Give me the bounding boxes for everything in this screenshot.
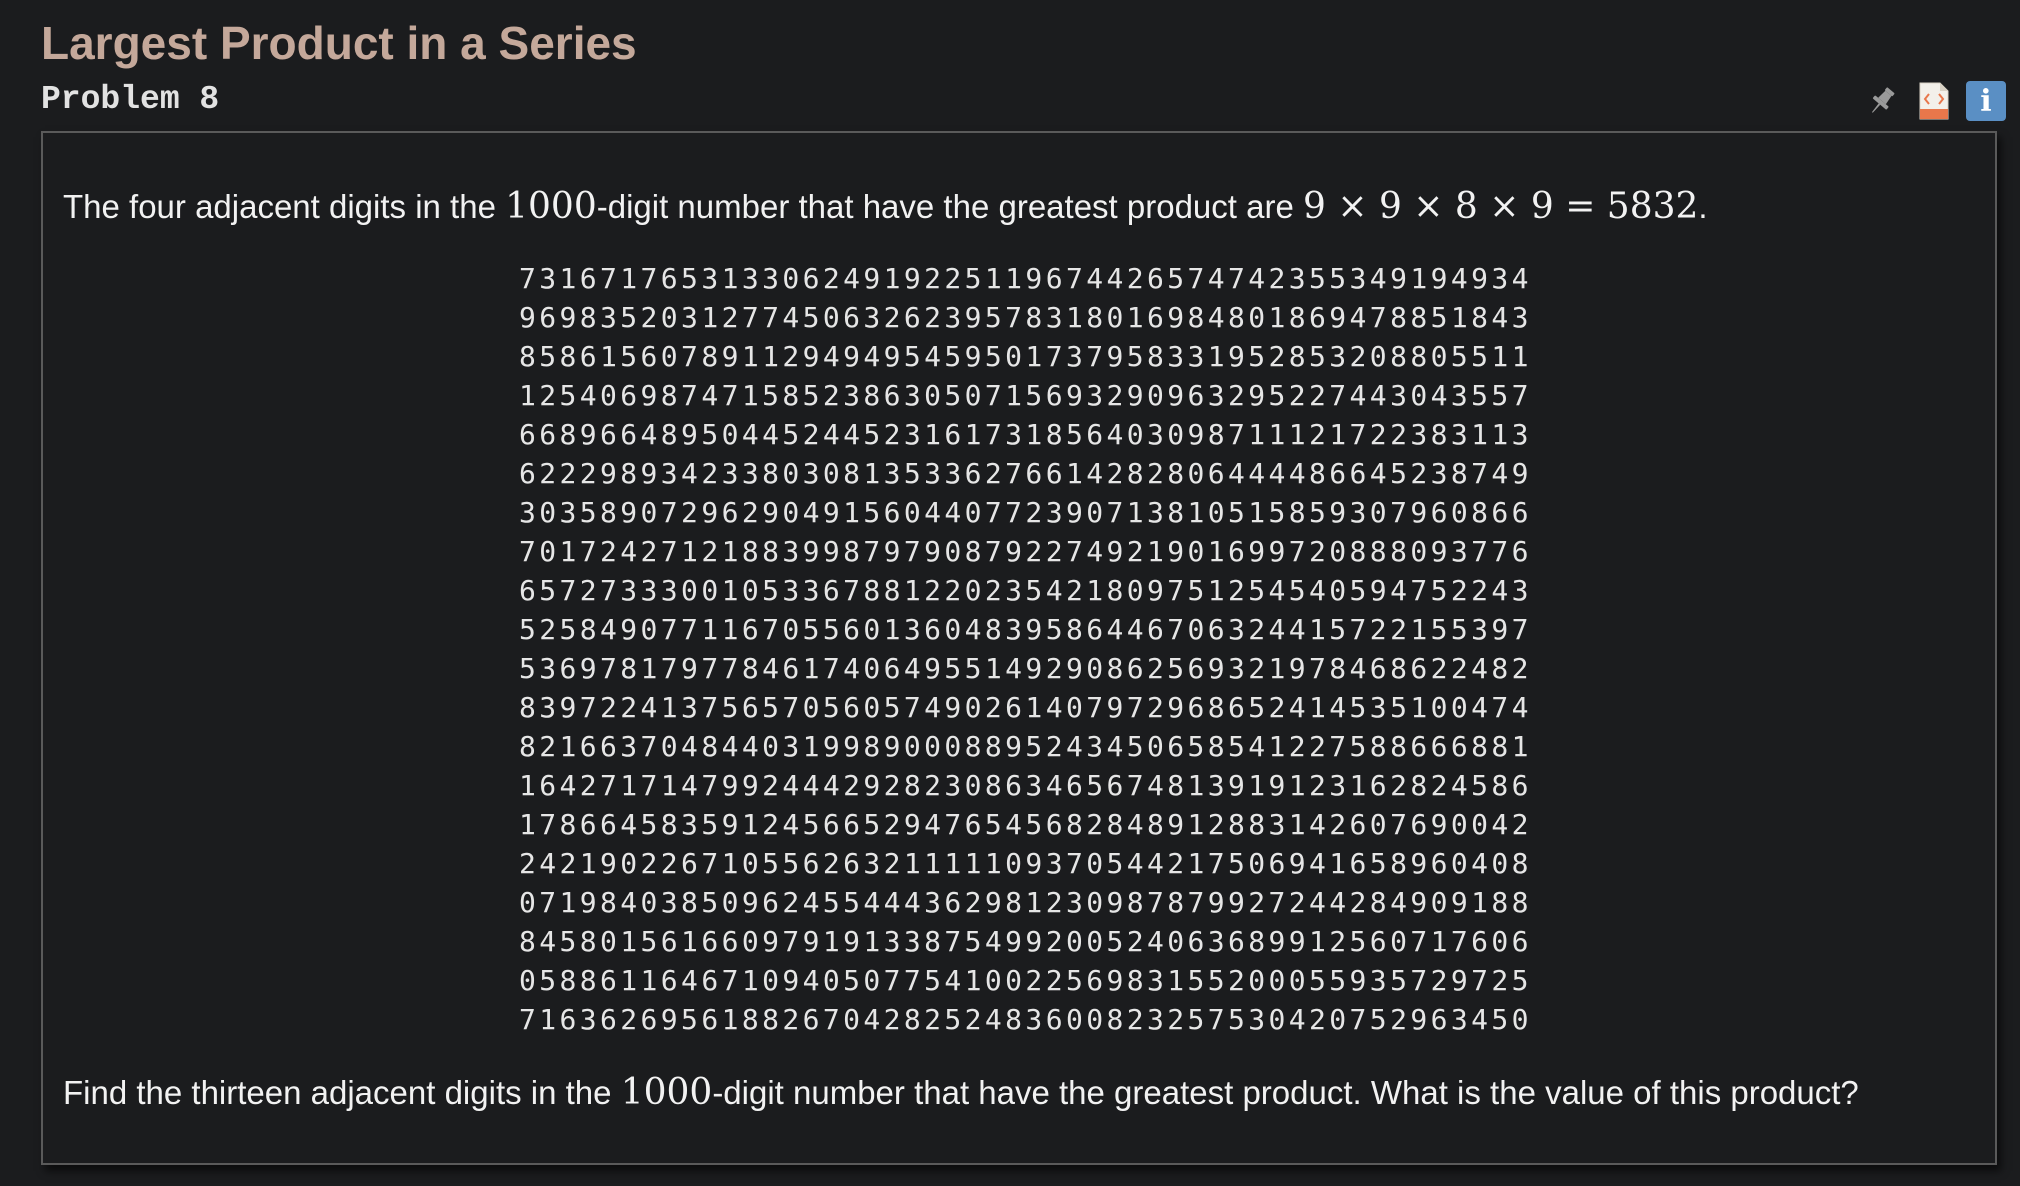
problem-question: Find the thirteen adjacent digits in the… (63, 1071, 1859, 1115)
question-number-term: 1000 (620, 1072, 713, 1113)
problem-content: The four adjacent digits in the 1000-dig… (41, 131, 1997, 1165)
digit-line: 5369781797784617406495514929086256932197… (519, 652, 1532, 685)
digit-line: 9698352031277450632623957831801698480186… (519, 301, 1532, 334)
digit-line: 6689664895044524452316173185640309871112… (519, 418, 1532, 451)
digit-line: 2421902267105562632111110937054421750694… (519, 847, 1532, 880)
digit-line: 8458015616609791913387549920052406368991… (519, 925, 1532, 958)
digit-line: 8586156078911294949545950173795833195285… (519, 340, 1532, 373)
question-text-before: Find the thirteen adjacent digits in the (63, 1074, 621, 1111)
digit-line: 6572733300105336788122023542180975125454… (519, 574, 1532, 607)
intro-text-middle: -digit number that have the greatest pro… (596, 188, 1303, 225)
digit-line: 6222989342338030813533627661428280644448… (519, 457, 1532, 490)
digit-line: 7017242712188399879790879227492190169972… (519, 535, 1532, 568)
digit-line: 1642717147992444292823086346567481391912… (519, 769, 1532, 802)
digit-line: 8216637048440319989000889524345065854122… (519, 730, 1532, 763)
digit-line: 0719840385096245544436298123098787992724… (519, 886, 1532, 919)
page-title: Largest Product in a Series (41, 17, 637, 69)
info-icon[interactable]: i (1966, 81, 2006, 121)
digit-block: 7316717653133062491922511967442657474235… (519, 259, 1532, 1039)
digit-line: 1786645835912456652947654568284891288314… (519, 808, 1532, 841)
digit-line: 3035890729629049156044077239071381051585… (519, 496, 1532, 529)
html-icon[interactable] (1914, 81, 1954, 121)
digit-line: 7163626956188267042825248360082325753042… (519, 1003, 1532, 1036)
digit-line: 5258490771167055601360483958644670632441… (519, 613, 1532, 646)
intro-equation: 9 × 9 × 8 × 9 = 5832 (1302, 186, 1699, 227)
digit-line: 8397224137565705605749026140797296865241… (519, 691, 1532, 724)
problem-number: Problem 8 (41, 81, 220, 118)
intro-text-after: . (1698, 188, 1708, 225)
digit-line: 1254069874715852386305071569329096329522… (519, 379, 1532, 412)
digit-line: 0588611646710940507754100225698315520005… (519, 964, 1532, 997)
question-text-after: -digit number that have the greatest pro… (712, 1074, 1859, 1111)
pin-icon[interactable] (1862, 81, 1902, 121)
digit-line: 7316717653133062491922511967442657474235… (519, 262, 1532, 295)
problem-toolbar: i (1862, 80, 2006, 122)
problem-intro: The four adjacent digits in the 1000-dig… (63, 185, 1708, 229)
intro-number-term: 1000 (505, 186, 597, 227)
intro-text-before: The four adjacent digits in the (63, 188, 506, 225)
